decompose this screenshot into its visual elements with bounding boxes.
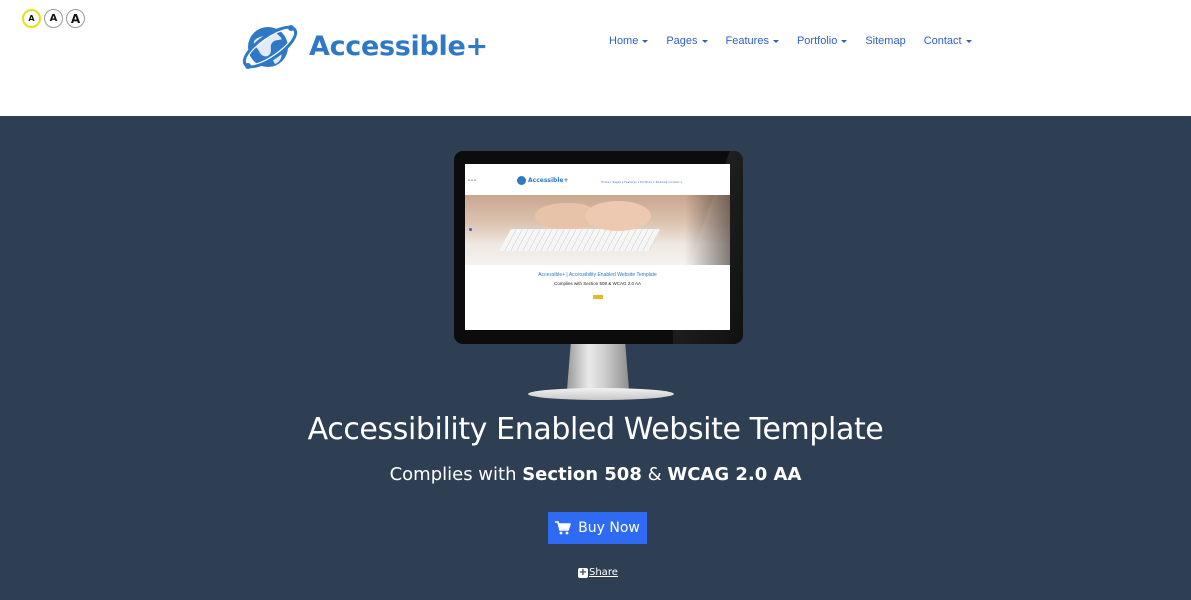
subtitle-wcag: WCAG 2.0 AA: [667, 464, 802, 485]
caret-down-icon: [841, 39, 848, 43]
font-size-small-button[interactable]: A: [22, 9, 41, 28]
caret-down-icon: [772, 39, 779, 43]
preview-title: Accessible+ | Accessibility Enabled Webs…: [538, 272, 657, 278]
nav-item-pages[interactable]: Pages: [666, 35, 708, 47]
subtitle-prefix: Complies with: [389, 464, 523, 485]
font-size-large-button[interactable]: A: [66, 9, 85, 28]
nav-item-sitemap[interactable]: Sitemap: [865, 35, 905, 47]
hero-title: Accessibility Enabled Website Template: [307, 412, 884, 447]
preview-text-block: Accessible+ | Accessibility Enabled Webs…: [465, 272, 730, 304]
monitor-frame: A A A Accessible+ Home ▾ Pages ▾ Feature…: [454, 151, 743, 344]
nav-item-label: Contact: [923, 35, 962, 47]
nav-item-home[interactable]: Home: [609, 35, 649, 47]
brand-name: Accessible+: [309, 30, 488, 62]
nav-item-label: Features: [725, 35, 769, 47]
preview-subtitle: Complies with Section 508 & WCAG 2.0 AA: [553, 281, 642, 286]
buy-now-label: Buy Now: [578, 520, 640, 536]
monitor-stand-base: [528, 388, 674, 400]
caret-down-icon: [965, 39, 972, 43]
subtitle-mid: &: [641, 464, 668, 485]
font-size-medium-button[interactable]: A: [44, 9, 63, 28]
site-header: A A A Accessible+ Home Pages Features Po…: [0, 0, 1191, 116]
nav-item-features[interactable]: Features: [726, 35, 779, 47]
nav-item-label: Home: [609, 35, 639, 47]
monitor-preview-image: A A A Accessible+ Home ▾ Pages ▾ Feature…: [454, 151, 743, 401]
preview-font-sizer: A A A: [468, 178, 477, 182]
preview-photo-shadow: [685, 195, 730, 265]
hero-subtitle: Complies with Section 508 & WCAG 2.0 AA: [0, 464, 1191, 485]
share-link[interactable]: + Share: [578, 567, 618, 578]
preview-hand-right: [585, 201, 651, 231]
hero-section: A A A Accessible+ Home ▾ Pages ▾ Feature…: [0, 116, 1191, 600]
preview-nav: Home ▾ Pages ▾ Features ▾ Portfolio ▾ Si…: [601, 181, 683, 184]
nav-item-label: Pages: [666, 35, 698, 47]
caret-down-icon: [701, 39, 708, 43]
preview-header: A A A Accessible+ Home ▾ Pages ▾ Feature…: [465, 164, 730, 195]
font-size-controls: A A A: [22, 9, 85, 28]
nav-item-label: Sitemap: [865, 35, 906, 47]
nav-item-label: Portfolio: [796, 35, 838, 47]
preview-logo-text: Accessible+: [528, 177, 569, 184]
preview-button: [592, 295, 603, 299]
preview-slider-dot: [469, 228, 472, 231]
globe-logo-icon: [242, 25, 298, 69]
preview-logo: Accessible+: [517, 176, 568, 185]
preview-keyboard: [499, 229, 661, 251]
buy-now-button[interactable]: Buy Now: [548, 512, 647, 544]
plus-square-icon: +: [578, 566, 588, 578]
monitor-stand-neck: [567, 344, 629, 390]
shopping-cart-icon: [555, 521, 571, 535]
nav-item-contact[interactable]: Contact: [924, 35, 972, 47]
preview-globe-icon: [517, 176, 526, 185]
monitor-screen: A A A Accessible+ Home ▾ Pages ▾ Feature…: [465, 164, 730, 330]
main-navigation: Home Pages Features Portfolio Sitemap Co…: [609, 35, 990, 47]
caret-down-icon: [642, 39, 649, 43]
subtitle-section-508: Section 508: [522, 464, 642, 485]
nav-item-portfolio[interactable]: Portfolio: [796, 35, 848, 47]
site-logo[interactable]: Accessible+: [237, 13, 488, 79]
share-label: Share: [589, 567, 618, 578]
preview-hands-keyboard-photo: [465, 195, 730, 265]
